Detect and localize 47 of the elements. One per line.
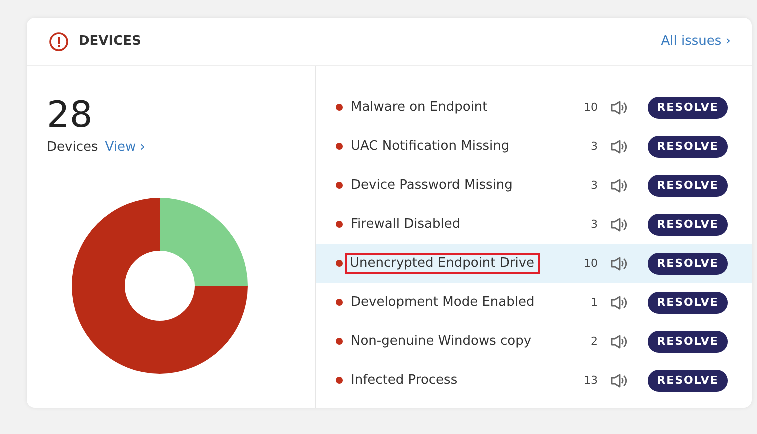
speaker-icon[interactable] [610,100,628,116]
all-issues-link[interactable]: All issues › [661,34,731,49]
resolve-button[interactable]: RESOLVE [648,214,728,236]
status-dot [336,221,343,228]
speaker-icon[interactable] [610,138,628,154]
speaker-icon[interactable] [610,178,628,194]
speaker-icon[interactable] [610,256,628,272]
status-dot [336,182,343,189]
issue-count: 13 [583,374,598,387]
resolve-button[interactable]: RESOLVE [648,292,728,314]
resolve-button[interactable]: RESOLVE [648,96,728,118]
speaker-icon[interactable] [610,216,628,232]
speaker-icon[interactable] [610,294,628,310]
issue-count: 10 [583,101,598,114]
speaker-icon[interactable] [610,372,628,388]
status-dot [336,377,343,384]
resolve-button[interactable]: RESOLVE [648,370,728,392]
issue-name: Development Mode Enabled [351,295,536,310]
speaker-icon[interactable] [610,334,628,350]
status-dot [336,338,343,345]
device-count: 28 [47,94,94,138]
status-dot [336,260,343,267]
issue-name: Malware on Endpoint [351,100,489,115]
issue-count: 3 [590,218,598,231]
devices-label: Devices [47,140,98,155]
resolve-button[interactable]: RESOLVE [648,136,728,158]
status-dot [336,299,343,306]
view-link[interactable]: View › [105,140,146,155]
issue-name: Non-genuine Windows copy [351,334,533,349]
issue-name: Device Password Missing [351,178,514,193]
resolve-button[interactable]: RESOLVE [648,252,728,274]
resolve-button[interactable]: RESOLVE [648,174,728,196]
issue-count: 10 [583,257,598,270]
alert-icon [49,32,69,52]
card-title: DEVICES [79,34,142,49]
issue-row-highlight[interactable]: Unencrypted Endpoint Drive 10 RESOLVE [316,244,752,283]
issue-count: 3 [590,179,598,192]
status-dot [336,143,343,150]
resolve-button[interactable]: RESOLVE [648,330,728,352]
issue-name: UAC Notification Missing [351,139,511,154]
issue-name: Infected Process [351,373,459,388]
status-dot [336,104,343,111]
issue-count: 3 [590,140,598,153]
issue-name: Unencrypted Endpoint Drive [347,255,538,272]
issue-name: Firewall Disabled [351,217,462,232]
issue-count: 1 [590,296,598,309]
issue-count: 2 [590,335,598,348]
